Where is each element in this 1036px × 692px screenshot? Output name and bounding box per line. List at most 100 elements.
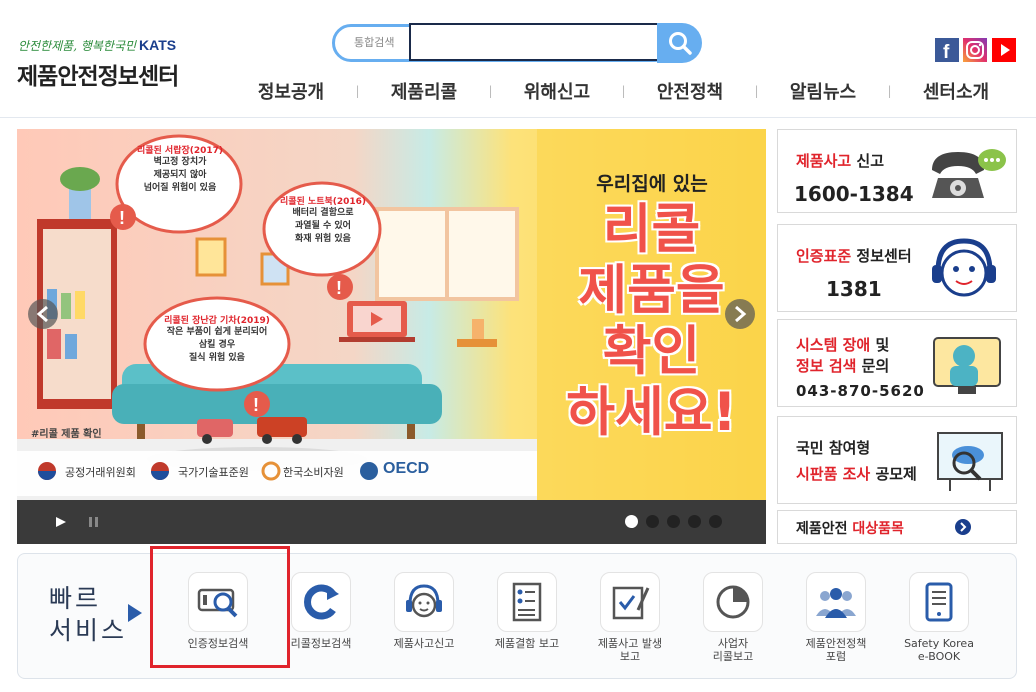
quick-icon-box <box>806 572 866 632</box>
bubble-body: 작은 부품이 쉽게 분리되어 삼킬 경우 질식 위험 있음 <box>166 327 268 363</box>
quick-label: 사업자 리콜보고 <box>712 637 754 663</box>
slide-indicators <box>625 515 722 528</box>
system-red2: 정보 검색 <box>796 357 857 375</box>
quick-safety-korea-ebook[interactable]: Safety Korea e-BOOK <box>889 572 989 663</box>
system-rest1: 및 <box>870 336 890 354</box>
cert-info-box[interactable]: 인증표준 정보센터 1381 <box>777 224 1017 312</box>
nav-center-intro[interactable]: 센터소개 <box>901 78 1011 104</box>
system-phone: 043-870-5620 <box>796 382 925 400</box>
search-icon <box>668 32 692 55</box>
partner-oecd: OECD <box>383 460 430 477</box>
quick-business-recall-report[interactable]: 사업자 리콜보고 <box>683 572 783 663</box>
bubble-title: 리콜된 장난감 기차(2019) <box>164 316 270 326</box>
quick-icon-box <box>600 572 660 632</box>
main-nav: 정보공개 | 제품리콜 | 위해신고 | 안전정책 | 알림뉴스 | 센터소개 <box>236 78 1011 104</box>
slide-dot[interactable] <box>646 515 659 528</box>
quick-icon-box <box>909 572 969 632</box>
bubble-laptop: 리콜된 노트북(2016) 배터리 결함으로 과열될 수 있어 화재 위험 있음 <box>267 194 379 246</box>
nav-hazard-report[interactable]: 위해신고 <box>502 78 612 104</box>
nav-divider: | <box>488 84 493 98</box>
site-logo-title[interactable]: 제품안전정보센터 <box>17 57 179 91</box>
partner-ftc: 공정거래위원회 <box>65 466 136 479</box>
nav-news[interactable]: 알림뉴스 <box>768 78 878 104</box>
nav-product-recall[interactable]: 제품리콜 <box>369 78 479 104</box>
quick-services-title: 빠르 서비스 <box>49 583 127 647</box>
pie-chart-icon <box>716 585 750 619</box>
quick-icon-box <box>703 572 763 632</box>
quick-defect-report[interactable]: 제품결함 보고 <box>477 572 577 650</box>
slogan-text: 안전한제품, 행복한국민 <box>18 39 137 53</box>
search-input[interactable] <box>409 23 659 61</box>
play-icon[interactable] <box>55 516 67 528</box>
cloud-board-icon <box>937 432 1003 491</box>
nav-divider: | <box>621 84 626 98</box>
youtube-icon <box>1001 44 1010 56</box>
site-header: 안전한제품, 행복한국민 KATS 제품안전정보센터 통합검색 f 정보공개 | … <box>0 0 1036 118</box>
bubble-body: 벽고정 장치가 제공되지 않아 넘어질 위험이 있음 <box>143 157 217 193</box>
nav-divider: | <box>355 84 360 98</box>
survey-red: 시판품 조사 <box>796 465 871 483</box>
slide-dot[interactable] <box>688 515 701 528</box>
search-button[interactable] <box>657 23 702 63</box>
partner-kats: 국가기술표준원 <box>178 466 249 479</box>
quick-icon-box <box>497 572 557 632</box>
banner-next-button[interactable] <box>725 299 755 329</box>
tablet-icon <box>925 582 953 622</box>
bubble-title: 리콜된 노트북(2016) <box>279 197 367 207</box>
survey-line1: 국민 참여형 <box>796 439 871 457</box>
facebook-link[interactable]: f <box>935 38 959 63</box>
headset-icon <box>406 584 442 618</box>
telephone-icon <box>932 149 1006 198</box>
quick-label: 제품사고신고 <box>393 637 455 650</box>
quick-safety-policy-forum[interactable]: 제품안전정책 포럼 <box>786 572 886 663</box>
banner-headline-small: 우리집에 있는 <box>596 173 708 195</box>
checklist-icon <box>512 582 542 622</box>
safety-target-items-box[interactable]: 제품안전 대상품목 <box>777 510 1017 544</box>
banner-prev-button[interactable] <box>28 299 58 329</box>
nav-info-disclosure[interactable]: 정보공개 <box>236 78 346 104</box>
svg-text:!: ! <box>336 278 342 298</box>
svg-text:!: ! <box>253 395 259 415</box>
selection-highlight <box>150 546 290 668</box>
quick-label: 제품안전정책 포럼 <box>805 637 867 663</box>
cert-red: 인증표준 <box>796 247 852 265</box>
bubble-toy-train: 리콜된 장난감 기차(2019) 작은 부품이 쉽게 분리되어 삼킬 경우 질식… <box>147 313 287 365</box>
quick-accident-report[interactable]: 제품사고신고 <box>374 572 474 650</box>
accident-report-box[interactable]: 제품사고 신고 1600-1384 <box>777 129 1017 213</box>
bubble-dresser: 리콜된 서랍장(2017) 벽고정 장치가 제공되지 않아 넘어질 위험이 있음 <box>121 143 239 195</box>
partner-kca: 한국소비자원 <box>283 466 344 479</box>
nav-safety-policy[interactable]: 안전정책 <box>635 78 745 104</box>
headline-line: 리콜 <box>602 199 701 260</box>
cert-rest: 정보센터 <box>851 247 912 265</box>
accident-rest: 신고 <box>851 152 885 170</box>
recall-arrow-icon <box>304 584 339 620</box>
monitor-agent-icon <box>933 337 1001 394</box>
svg-text:!: ! <box>119 208 125 228</box>
chevron-right-icon <box>955 519 971 535</box>
system-inquiry-box[interactable]: 시스템 장애 및 정보 검색 문의 043-870-5620 <box>777 319 1017 407</box>
triangle-right-icon <box>128 604 142 622</box>
headline-line: 하세요! <box>566 382 737 443</box>
logo-slogan[interactable]: 안전한제품, 행복한국민 KATS <box>18 37 176 54</box>
instagram-link[interactable] <box>963 38 987 62</box>
banner-controls <box>17 500 766 544</box>
instagram-icon <box>966 41 984 59</box>
bubble-body: 배터리 결함으로 과열될 수 있어 화재 위험 있음 <box>292 208 354 244</box>
facebook-icon: f <box>943 42 950 63</box>
banner-hashtag: #리콜 제품 확인 <box>31 429 102 440</box>
pause-icon[interactable] <box>88 516 100 528</box>
quick-label: 제품사고 발생 보고 <box>597 637 663 663</box>
survey-contest-box[interactable]: 국민 참여형 시판품 조사 공모제 <box>777 416 1017 504</box>
quick-title-line2: 서비스 <box>49 616 128 645</box>
main-banner[interactable]: ! ! ! 리콜된 서랍장(2017) 벽고정 장치가 제공되지 않아 넘어질 … <box>17 129 766 500</box>
slide-dot-active[interactable] <box>625 515 638 528</box>
unified-search: 통합검색 <box>332 23 702 63</box>
system-red1: 시스템 장애 <box>796 336 871 354</box>
youtube-link[interactable] <box>992 38 1016 62</box>
signed-document-icon <box>612 586 650 620</box>
slide-dot[interactable] <box>709 515 722 528</box>
nav-divider: | <box>887 84 892 98</box>
slide-dot[interactable] <box>667 515 680 528</box>
system-rest2: 문의 <box>856 357 890 375</box>
quick-accident-occur-report[interactable]: 제품사고 발생 보고 <box>580 572 680 663</box>
